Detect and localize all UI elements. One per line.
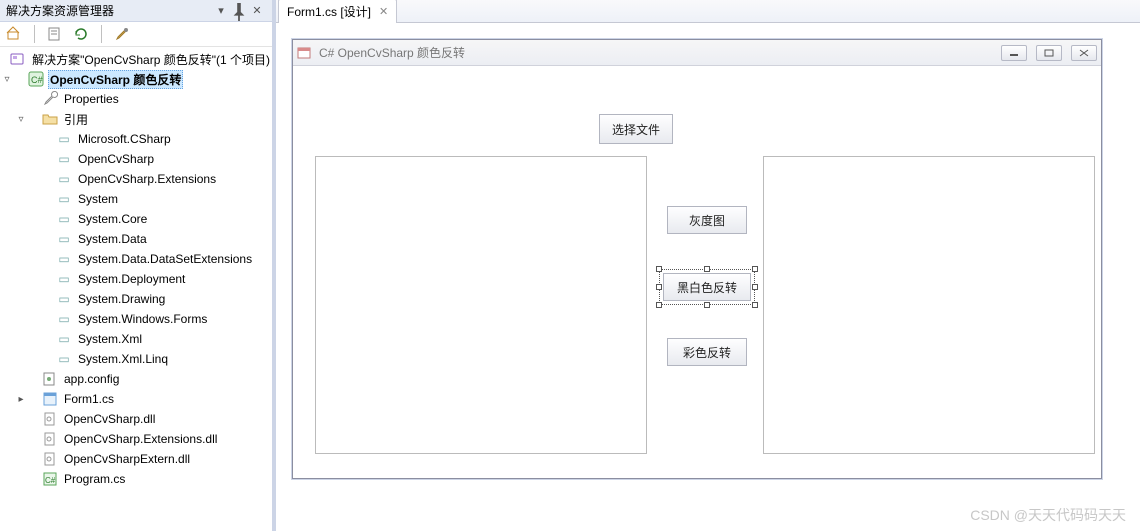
solution-tree[interactable]: 解决方案"OpenCvSharp 颜色反转"(1 个项目) ▿ C# OpenC…	[0, 47, 272, 531]
reference-icon: ▭	[56, 351, 72, 367]
reference-icon: ▭	[56, 211, 72, 227]
reference-item[interactable]: ▭Microsoft.CSharp	[0, 129, 272, 149]
dll-icon	[42, 431, 58, 447]
designer-surface[interactable]: C# OpenCvSharp 颜色反转 选择文件 灰度图 黑白色反转 彩色反转	[276, 23, 1140, 531]
reference-item[interactable]: ▭System	[0, 189, 272, 209]
reference-item[interactable]: ▭System.Core	[0, 209, 272, 229]
watermark: CSDN @天天代码码天天	[970, 505, 1126, 525]
file-form1[interactable]: ▸Form1.cs	[0, 389, 272, 409]
explorer-title-bar[interactable]: 解决方案资源管理器 ▾ ✕	[0, 0, 272, 22]
file-dll[interactable]: OpenCvSharp.Extensions.dll	[0, 429, 272, 449]
solution-icon	[10, 51, 26, 67]
reference-icon: ▭	[56, 311, 72, 327]
solution-label: 解决方案"OpenCvSharp 颜色反转"(1 个项目)	[30, 50, 272, 69]
reference-item[interactable]: ▭System.Data	[0, 229, 272, 249]
pin-icon[interactable]	[230, 3, 248, 19]
reference-item[interactable]: ▭System.Deployment	[0, 269, 272, 289]
resize-handle[interactable]	[752, 284, 758, 290]
solution-explorer-panel: 解决方案资源管理器 ▾ ✕ 解决方案"OpenCvSharp 颜色反转"(1 个…	[0, 0, 276, 531]
close-icon[interactable]: ✕	[379, 5, 388, 18]
reference-icon: ▭	[56, 231, 72, 247]
folder-icon	[42, 111, 58, 127]
select-file-button[interactable]: 选择文件	[599, 114, 673, 144]
form-title: C# OpenCvSharp 颜色反转	[319, 44, 465, 61]
minimize-button[interactable]	[1001, 45, 1027, 61]
document-tabs: Form1.cs [设计] ✕	[276, 0, 1140, 23]
svg-text:C#: C#	[45, 476, 56, 485]
reference-icon: ▭	[56, 151, 72, 167]
explorer-title-text: 解决方案资源管理器	[6, 2, 114, 19]
properties-icon[interactable]	[114, 26, 130, 42]
form-titlebar: C# OpenCvSharp 颜色反转	[293, 40, 1101, 66]
tab-form1-design[interactable]: Form1.cs [设计] ✕	[278, 0, 397, 23]
chevron-right-icon[interactable]	[0, 52, 10, 66]
config-icon	[42, 371, 58, 387]
picturebox-right[interactable]	[763, 156, 1095, 454]
resize-handle[interactable]	[656, 284, 662, 290]
color-invert-button[interactable]: 彩色反转	[667, 338, 747, 366]
dropdown-icon[interactable]: ▾	[212, 3, 230, 19]
file-dll[interactable]: OpenCvSharpExtern.dll	[0, 449, 272, 469]
tab-label: Form1.cs [设计]	[287, 3, 371, 20]
collapse-icon[interactable]	[47, 26, 63, 42]
reference-item[interactable]: ▭System.Data.DataSetExtensions	[0, 249, 272, 269]
chevron-down-icon[interactable]: ▿	[0, 72, 14, 86]
picturebox-left[interactable]	[315, 156, 647, 454]
reference-item[interactable]: ▭OpenCvSharp	[0, 149, 272, 169]
file-appconfig[interactable]: app.config	[0, 369, 272, 389]
resize-handle[interactable]	[752, 266, 758, 272]
maximize-button[interactable]	[1036, 45, 1062, 61]
bw-invert-button[interactable]: 黑白色反转	[663, 273, 751, 301]
project-label: OpenCvSharp 颜色反转	[48, 70, 183, 89]
dll-icon	[42, 411, 58, 427]
reference-item[interactable]: ▭OpenCvSharp.Extensions	[0, 169, 272, 189]
project-node[interactable]: ▿ C# OpenCvSharp 颜色反转	[0, 69, 272, 89]
form-icon	[42, 391, 58, 407]
reference-icon: ▭	[56, 331, 72, 347]
document-area: Form1.cs [设计] ✕ C# OpenCvSharp 颜色反转 选择文件	[276, 0, 1140, 531]
wrench-icon	[42, 91, 58, 107]
file-dll[interactable]: OpenCvSharp.dll	[0, 409, 272, 429]
reference-item[interactable]: ▭System.Xml.Linq	[0, 349, 272, 369]
dll-icon	[42, 451, 58, 467]
chevron-down-icon[interactable]: ▿	[14, 112, 28, 126]
resize-handle[interactable]	[752, 302, 758, 308]
form-window[interactable]: C# OpenCvSharp 颜色反转 选择文件 灰度图 黑白色反转 彩色反转	[292, 39, 1102, 479]
file-program[interactable]: C#Program.cs	[0, 469, 272, 489]
explorer-toolbar	[0, 22, 272, 47]
references-label: 引用	[62, 110, 90, 129]
reference-icon: ▭	[56, 251, 72, 267]
svg-text:C#: C#	[31, 75, 43, 85]
resize-handle[interactable]	[656, 302, 662, 308]
resize-handle[interactable]	[704, 302, 710, 308]
form-client[interactable]: 选择文件 灰度图 黑白色反转 彩色反转	[293, 66, 1101, 478]
close-icon[interactable]: ✕	[248, 3, 266, 19]
refresh-icon[interactable]	[73, 26, 89, 42]
solution-node[interactable]: 解决方案"OpenCvSharp 颜色反转"(1 个项目)	[0, 49, 272, 69]
reference-icon: ▭	[56, 291, 72, 307]
resize-handle[interactable]	[656, 266, 662, 272]
resize-handle[interactable]	[704, 266, 710, 272]
reference-icon: ▭	[56, 271, 72, 287]
form-icon	[297, 45, 313, 61]
csproj-icon: C#	[28, 71, 44, 87]
chevron-right-icon[interactable]: ▸	[14, 392, 28, 406]
cs-icon: C#	[42, 471, 58, 487]
reference-icon: ▭	[56, 191, 72, 207]
close-button[interactable]	[1071, 45, 1097, 61]
properties-label: Properties	[62, 91, 121, 107]
reference-icon: ▭	[56, 171, 72, 187]
reference-item[interactable]: ▭System.Xml	[0, 329, 272, 349]
home-icon[interactable]	[6, 26, 22, 42]
references-node[interactable]: ▿ 引用	[0, 109, 272, 129]
reference-item[interactable]: ▭System.Drawing	[0, 289, 272, 309]
gray-button[interactable]: 灰度图	[667, 206, 747, 234]
properties-node[interactable]: Properties	[0, 89, 272, 109]
reference-icon: ▭	[56, 131, 72, 147]
reference-item[interactable]: ▭System.Windows.Forms	[0, 309, 272, 329]
